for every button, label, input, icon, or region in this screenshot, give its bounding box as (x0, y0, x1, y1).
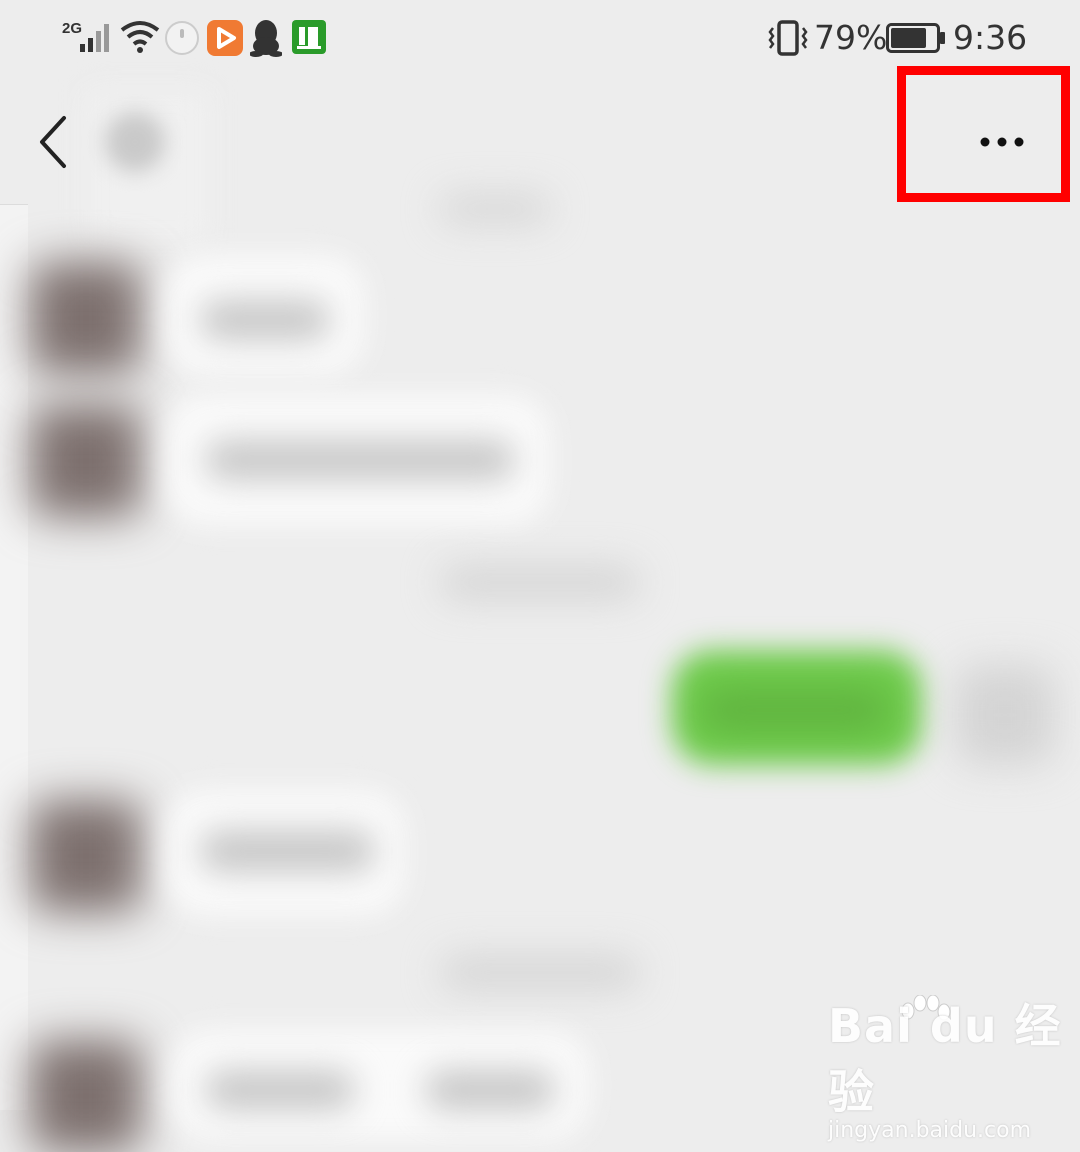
timestamp-blurred (440, 955, 640, 990)
qq-penguin-icon (250, 20, 282, 57)
network-type-label: 2G (62, 20, 83, 37)
avatar[interactable] (30, 1040, 142, 1152)
highlight-box (897, 66, 1070, 202)
self-avatar[interactable] (955, 665, 1055, 765)
sent-message-text-blurred (700, 690, 890, 730)
status-time: 9:36 (953, 18, 1028, 57)
message-text-blurred (205, 1070, 355, 1110)
left-edge-strip (0, 205, 28, 1110)
watermark-brand: Bai du 经验 (828, 999, 1062, 1119)
wifi-icon (120, 21, 160, 53)
vibrate-icon (768, 20, 808, 56)
avatar[interactable] (30, 262, 142, 374)
baidu-watermark: Bai du 经验 jingyan.baidu.com (828, 990, 1080, 1143)
chevron-left-icon[interactable] (30, 110, 76, 174)
timestamp-blurred (440, 565, 640, 600)
avatar[interactable] (30, 405, 142, 517)
message-text-blurred (425, 1070, 555, 1110)
round-app-icon (165, 21, 199, 55)
watermark-url: jingyan.baidu.com (828, 1118, 1032, 1143)
signal-icon (80, 24, 109, 52)
message-text-blurred (200, 300, 330, 340)
message-text-blurred (205, 440, 515, 480)
battery-icon (886, 23, 945, 53)
avatar[interactable] (30, 800, 142, 912)
message-text-blurred (200, 830, 375, 872)
timestamp-blurred (440, 195, 550, 223)
green-app-icon (292, 20, 326, 54)
video-app-icon (207, 20, 243, 56)
battery-percent: 79% (814, 18, 888, 57)
